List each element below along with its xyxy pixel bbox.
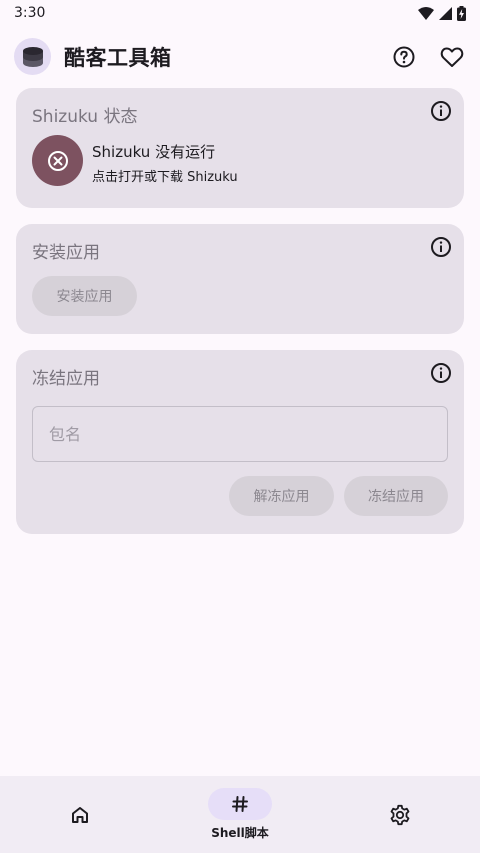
info-icon[interactable] <box>430 236 452 258</box>
freeze-app-card: 冻结应用 解冻应用 冻结应用 <box>16 350 464 534</box>
freeze-app-button[interactable]: 冻结应用 <box>344 476 448 516</box>
gear-icon <box>390 804 410 825</box>
heart-icon <box>440 47 464 67</box>
status-bar: 3:30 <box>0 0 480 26</box>
unfreeze-app-button[interactable]: 解冻应用 <box>229 476 334 516</box>
info-icon[interactable] <box>430 362 452 384</box>
shizuku-hint-text: 点击打开或下载 Shizuku <box>92 170 238 185</box>
favorite-button[interactable] <box>435 40 469 74</box>
nav-item-home[interactable] <box>0 776 160 853</box>
install-card-title: 安装应用 <box>32 243 100 263</box>
status-error-badge <box>32 135 83 186</box>
nav-item-shell-scripts[interactable]: Shell脚本 <box>160 776 320 853</box>
battery-charging-icon <box>457 5 466 21</box>
error-circle-icon <box>47 150 68 171</box>
signal-icon <box>439 6 452 20</box>
info-icon[interactable] <box>430 100 452 122</box>
toolbox-logo-icon <box>22 46 43 67</box>
hash-icon <box>232 796 248 812</box>
help-icon <box>393 46 415 68</box>
app-bar: 酷客工具箱 <box>0 36 480 78</box>
nav-label-shell-scripts: Shell脚本 <box>211 826 269 840</box>
app-title: 酷客工具箱 <box>64 46 172 70</box>
shizuku-card-title: Shizuku 状态 <box>32 107 138 127</box>
install-app-card: 安装应用 安装应用 <box>16 224 464 334</box>
package-name-field[interactable] <box>32 406 448 462</box>
status-icons <box>418 5 466 21</box>
app-logo <box>14 38 51 75</box>
home-icon <box>72 806 88 823</box>
shizuku-status-text: Shizuku 没有运行 <box>92 143 216 161</box>
help-button[interactable] <box>387 40 421 74</box>
install-app-button[interactable]: 安装应用 <box>32 276 137 316</box>
package-name-input[interactable] <box>49 424 431 444</box>
bottom-navigation: Shell脚本 <box>0 776 480 853</box>
wifi-icon <box>418 6 434 20</box>
shizuku-status-card[interactable]: Shizuku 状态 Shizuku 没有运行 点击打开或下载 Shizuku <box>16 88 464 208</box>
freeze-card-title: 冻结应用 <box>32 369 100 389</box>
nav-active-indicator <box>208 788 272 820</box>
status-time: 3:30 <box>14 5 46 21</box>
nav-item-settings[interactable] <box>320 776 480 853</box>
